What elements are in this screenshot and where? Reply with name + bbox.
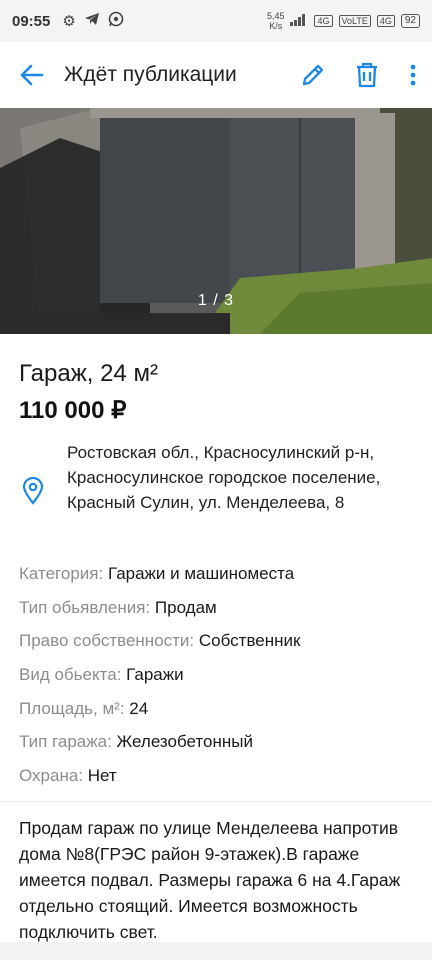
property-value: Собственник bbox=[198, 631, 301, 651]
listing-address: Ростовская обл., Красносулинский р-н, Кр… bbox=[67, 443, 381, 512]
property-label: Право собственности: bbox=[19, 631, 195, 651]
property-value: Гаражи и машиноместа bbox=[107, 564, 295, 583]
property-label: Тип гаража: bbox=[19, 732, 112, 752]
property-row: Вид обьекта: Гаражи bbox=[19, 663, 419, 697]
location-pin-icon bbox=[22, 477, 44, 505]
back-button[interactable] bbox=[0, 42, 64, 108]
status-time: 09:55 bbox=[12, 12, 51, 30]
network-speed-unit: K/s bbox=[269, 21, 283, 31]
property-row: Охрана: Нет bbox=[19, 764, 419, 798]
listing-title: Гараж, 24 м² bbox=[19, 360, 158, 387]
property-value: Нет bbox=[87, 766, 117, 786]
signal-type-1: 4G bbox=[314, 15, 333, 27]
status-notification-icons: ⚙ bbox=[62, 11, 124, 31]
property-value: Продам bbox=[154, 597, 217, 617]
property-value: 24 bbox=[129, 698, 149, 718]
listing-description: Продам гараж по улице Менделеева напроти… bbox=[19, 818, 401, 942]
photo-gallery[interactable]: 1 / 3 bbox=[0, 108, 432, 334]
network-speed: 5,45 K/s bbox=[267, 11, 285, 31]
gear-icon: ⚙ bbox=[62, 13, 76, 30]
property-label: Тип обьявления: bbox=[19, 597, 151, 617]
edit-button[interactable] bbox=[286, 42, 340, 108]
status-bar: 09:55 ⚙ 5,45 K/s 4G VoLTE 4G 92 bbox=[0, 0, 432, 42]
status-system-icons: 5,45 K/s 4G VoLTE 4G 92 bbox=[267, 11, 420, 31]
arrow-left-icon bbox=[20, 64, 44, 86]
bottom-edge bbox=[0, 942, 432, 960]
property-label: Вид обьекта: bbox=[19, 665, 122, 685]
trash-icon bbox=[357, 62, 377, 88]
property-row: Право собственности: Собственник bbox=[19, 629, 419, 663]
address-block[interactable]: Ростовская обл., Красносулинский р-н, Кр… bbox=[0, 438, 432, 546]
property-label: Категория: bbox=[19, 564, 104, 583]
property-label: Охрана: bbox=[19, 766, 84, 786]
toolbar-actions bbox=[286, 42, 432, 108]
signal-type-2: 4G bbox=[376, 15, 395, 27]
battery-icon: 92 bbox=[400, 14, 420, 28]
property-label: Площадь, м²: bbox=[19, 698, 125, 718]
app-toolbar: Ждёт публикации bbox=[0, 42, 432, 108]
page-title: Ждёт публикации bbox=[64, 63, 237, 86]
whatsapp-icon bbox=[108, 11, 124, 31]
photo-counter: 1 / 3 bbox=[197, 292, 235, 309]
properties-list: Категория: Гаражи и машиноместа Тип обья… bbox=[19, 562, 419, 798]
network-speed-value: 5,45 bbox=[266, 11, 285, 21]
more-options-button[interactable] bbox=[394, 42, 432, 108]
listing-price: 110 000 ₽ bbox=[19, 397, 127, 424]
property-row: Тип гаража: Железобетонный bbox=[19, 730, 419, 764]
property-row: Тип обьявления: Продам bbox=[19, 596, 419, 630]
signal-icon bbox=[290, 14, 308, 28]
pencil-icon bbox=[302, 64, 324, 86]
property-row: Категория: Гаражи и машиноместа bbox=[19, 562, 419, 596]
property-value: Гаражи bbox=[126, 665, 184, 685]
property-value: Железобетонный bbox=[116, 732, 253, 752]
telegram-icon bbox=[84, 12, 100, 30]
property-row: Площадь, м²: 24 bbox=[19, 697, 419, 731]
more-vertical-icon bbox=[410, 64, 416, 86]
delete-button[interactable] bbox=[340, 42, 394, 108]
section-divider bbox=[0, 801, 432, 802]
volte-icon: VoLTE bbox=[338, 15, 371, 27]
